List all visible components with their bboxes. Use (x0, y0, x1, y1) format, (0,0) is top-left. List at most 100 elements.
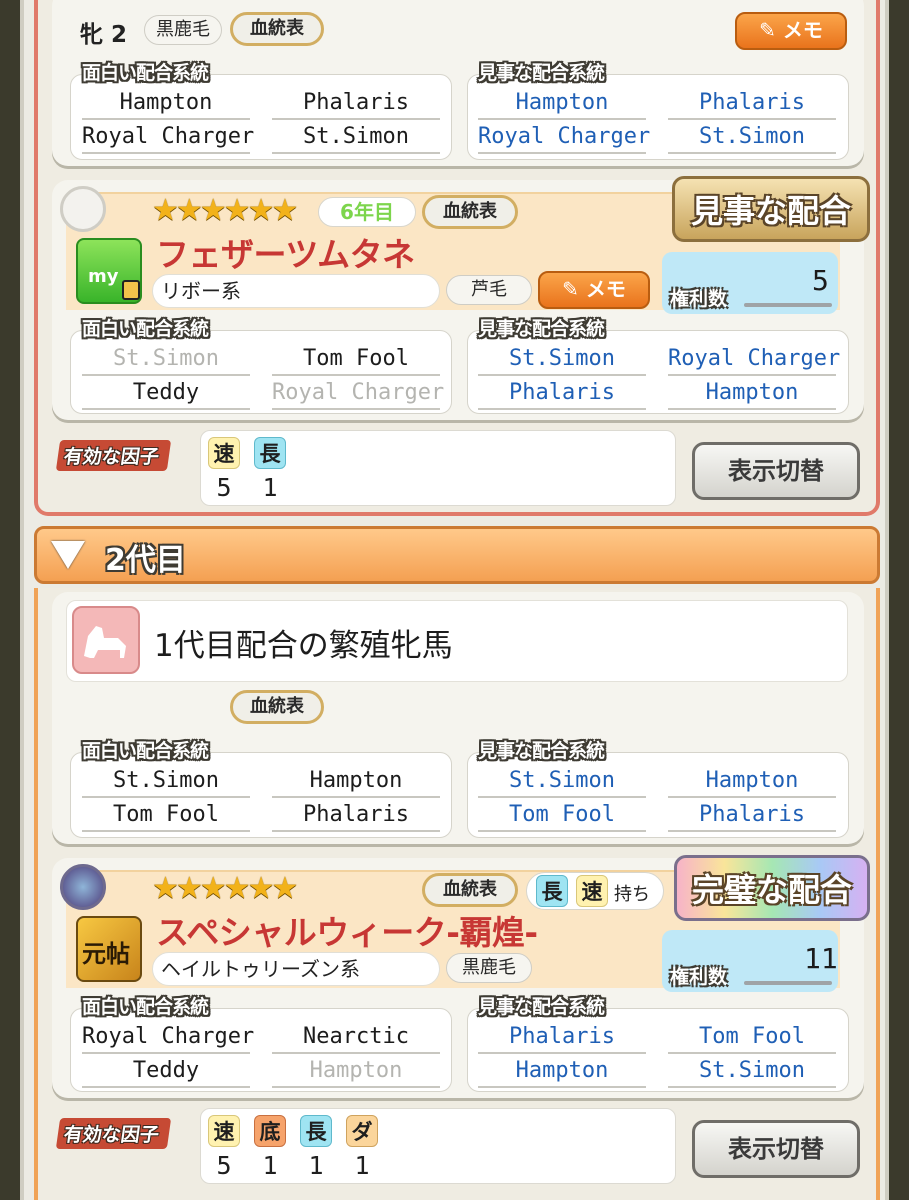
factor-value: 1 (262, 1151, 278, 1180)
factor-value: 5 (216, 1151, 232, 1180)
fun-line-cell: Hampton (272, 1056, 440, 1088)
fun-line-cell: Teddy (82, 378, 250, 410)
rights-value: 5 (812, 264, 829, 297)
fun-line-cell: Tom Fool (82, 800, 250, 832)
memo-icon: ✎ (759, 18, 783, 42)
my-horse-icon: my (76, 238, 142, 304)
great-line-cell: Phalaris (668, 800, 836, 832)
great-line-cell: St.Simon (478, 344, 646, 376)
perfect-match-badge: 完璧な配合 (674, 855, 870, 921)
held-factor-speed: 速 (576, 875, 608, 907)
stallion-coat-tag: 芦毛 (446, 275, 532, 305)
generation-section-header[interactable]: 2代目 (34, 526, 880, 584)
stallion-line: ヘイルトゥリーズン系 (152, 952, 440, 986)
great-line-cell: St.Simon (478, 766, 646, 798)
fun-line-cell: Hampton (82, 88, 250, 120)
select-circle-icon[interactable] (60, 864, 106, 910)
stallion-line: リボー系 (152, 274, 440, 308)
section-title: 2代目 (105, 543, 186, 578)
stallion-name: スペシャルウィーク-覇煌- (156, 913, 538, 952)
factor-chip-base: 底 (254, 1115, 286, 1147)
fun-line-cell: Teddy (82, 1056, 250, 1088)
great-line-cell: Phalaris (668, 88, 836, 120)
display-toggle-button[interactable]: 表示切替 (692, 1120, 860, 1178)
great-line-cell: Hampton (668, 766, 836, 798)
fun-line-cell: Royal Charger (272, 378, 444, 410)
rights-label: 権利数 (670, 966, 728, 988)
fun-lines-title: 面白い配合系統 (82, 996, 209, 1018)
great-line-cell: Royal Charger (478, 122, 650, 154)
rights-bar (744, 303, 832, 307)
fun-line-cell: St.Simon (82, 344, 250, 376)
rights-value: 11 (804, 942, 838, 975)
special-horse-icon: 元帖 (76, 916, 142, 982)
factor-chip-dirt: ダ (346, 1115, 378, 1147)
fun-line-cell: Nearctic (272, 1022, 440, 1054)
horse-foal-icon (84, 626, 126, 658)
great-line-cell: Hampton (478, 1056, 646, 1088)
year-badge: 6年目 (318, 197, 416, 227)
select-circle-icon[interactable] (60, 186, 106, 232)
factor-chip-speed: 速 (208, 437, 240, 469)
effective-factors-label: 有効な因子 (55, 440, 172, 471)
great-line-cell: Hampton (478, 88, 646, 120)
my-horse-icon-text: my (88, 266, 119, 287)
star-rating: ★★★★★★ (152, 871, 298, 906)
fun-line-cell: Royal Charger (82, 122, 254, 154)
great-line-cell: Tom Fool (478, 800, 646, 832)
fun-line-cell: Phalaris (272, 800, 440, 832)
held-factor-stamina: 長 (536, 875, 568, 907)
fun-line-cell: St.Simon (82, 766, 250, 798)
stallion-pedigree-button[interactable]: 血統表 (422, 195, 518, 229)
mare-pedigree-button[interactable]: 血統表 (230, 690, 324, 724)
mare-pedigree-button[interactable]: 血統表 (230, 12, 324, 46)
great-lines-title: 見事な配合系統 (478, 996, 605, 1018)
fun-line-cell: Royal Charger (82, 1022, 254, 1054)
stallion-memo-button[interactable]: ✎ メモ (538, 271, 650, 309)
fun-lines-title: 面白い配合系統 (82, 318, 209, 340)
great-line-cell: St.Simon (668, 1056, 836, 1088)
rights-label: 権利数 (670, 288, 728, 310)
fun-line-cell: Phalaris (272, 88, 440, 120)
stallion-pedigree-button[interactable]: 血統表 (422, 873, 518, 907)
factor-value: 5 (216, 473, 232, 502)
factor-value: 1 (354, 1151, 370, 1180)
great-line-cell: Phalaris (478, 378, 646, 410)
mare-silhouette-icon (72, 606, 140, 674)
factor-value: 1 (262, 473, 278, 502)
mare-memo-button[interactable]: ✎ メモ (735, 12, 847, 50)
stallion-name: フェザーツムタネ (156, 235, 415, 274)
mare-coat-tag: 黒鹿毛 (144, 15, 222, 45)
great-line-cell: Phalaris (478, 1022, 646, 1054)
factor-value: 1 (308, 1151, 324, 1180)
holds-label: 持ち (614, 884, 650, 905)
fun-line-cell: St.Simon (272, 122, 440, 154)
mare-sex-age: 牝 2 (80, 22, 128, 48)
collapse-triangle-icon (51, 541, 85, 569)
memo-icon: ✎ (562, 277, 586, 301)
factor-chip-stamina: 長 (254, 437, 286, 469)
great-line-cell: St.Simon (668, 122, 836, 154)
rights-bar (744, 981, 832, 985)
star-rating: ★★★★★★ (152, 193, 298, 228)
special-horse-icon-text: 元帖 (82, 940, 130, 968)
fun-line-cell: Hampton (272, 766, 440, 798)
display-toggle-button[interactable]: 表示切替 (692, 442, 860, 500)
great-line-cell: Royal Charger (668, 344, 840, 376)
mare-title: 1代目配合の繁殖牝馬 (154, 628, 453, 664)
effective-factors-label: 有効な因子 (55, 1118, 172, 1149)
lock-icon (122, 280, 140, 300)
factor-chip-stamina: 長 (300, 1115, 332, 1147)
great-line-cell: Tom Fool (668, 1022, 836, 1054)
fun-line-cell: Tom Fool (272, 344, 440, 376)
fun-lines-title: 面白い配合系統 (82, 62, 209, 84)
great-lines-title: 見事な配合系統 (478, 318, 605, 340)
fun-lines-title: 面白い配合系統 (82, 740, 209, 762)
memo-label: メモ (782, 18, 823, 42)
factor-chip-speed: 速 (208, 1115, 240, 1147)
match-badge: 見事な配合 (672, 176, 870, 242)
memo-label: メモ (585, 277, 626, 301)
stallion-coat-tag: 黒鹿毛 (446, 953, 532, 983)
great-line-cell: Hampton (668, 378, 836, 410)
great-lines-title: 見事な配合系統 (478, 62, 605, 84)
